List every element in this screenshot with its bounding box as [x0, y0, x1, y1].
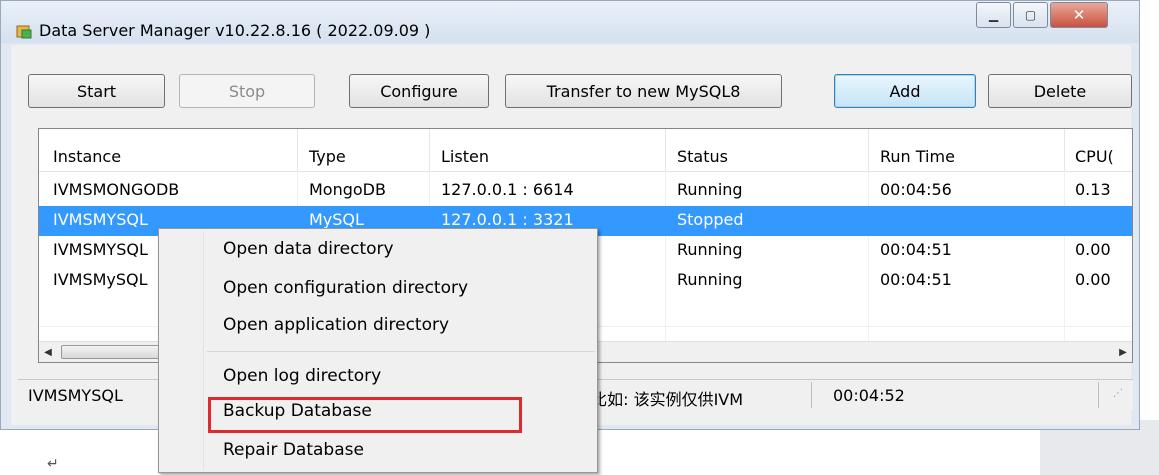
header-type[interactable]: Type — [309, 147, 346, 166]
status-instance: IVMSMYSQL — [28, 386, 123, 405]
table-row[interactable]: IVMSMONGODB MongoDB 127.0.0.1 : 6614 Run… — [39, 176, 1132, 206]
menu-item-open-application-directory[interactable]: Open application directory — [223, 315, 449, 335]
add-button[interactable]: Add — [834, 74, 976, 108]
app-icon — [16, 25, 32, 39]
maximize-button[interactable]: ▢ — [1013, 2, 1048, 28]
header-listen[interactable]: Listen — [441, 147, 489, 166]
cell-listen: 127.0.0.1 : 6614 — [441, 180, 574, 199]
cell-cpu: 0.00 — [1075, 270, 1111, 289]
header-divider[interactable] — [1064, 129, 1065, 171]
close-icon: ✕ — [1072, 6, 1086, 24]
scroll-left-icon[interactable]: ◀ — [39, 342, 57, 362]
context-menu: Open data directory Open configuration d… — [158, 228, 598, 473]
menu-item-open-data-directory[interactable]: Open data directory — [223, 239, 394, 259]
menu-separator — [207, 351, 595, 352]
menu-icon-gutter — [203, 231, 204, 470]
status-divider — [1098, 382, 1099, 408]
status-time: 00:04:52 — [833, 386, 905, 405]
cell-instance: IVMSMYSQL — [53, 240, 148, 259]
header-divider[interactable] — [665, 129, 666, 171]
cell-type: MongoDB — [309, 180, 386, 199]
cell-type: MySQL — [309, 210, 364, 229]
header-divider[interactable] — [868, 129, 869, 171]
scroll-right-icon[interactable]: ▶ — [1114, 342, 1132, 362]
paragraph-mark: ↵ — [47, 456, 59, 472]
status-divider — [811, 382, 812, 408]
header-divider[interactable] — [429, 129, 430, 171]
configure-button[interactable]: Configure — [349, 74, 489, 108]
header-cpu[interactable]: CPU( — [1075, 147, 1114, 166]
caption-buttons: ▁ ▢ ✕ — [976, 2, 1110, 30]
menu-item-open-log-directory[interactable]: Open log directory — [223, 366, 381, 386]
stop-button[interactable]: Stop — [179, 74, 315, 108]
cell-cpu: 0.00 — [1075, 240, 1111, 259]
header-run-time[interactable]: Run Time — [880, 147, 955, 166]
status-description: ,比如: 该实例仅供IVM — [586, 390, 744, 409]
close-button[interactable]: ✕ — [1050, 2, 1108, 28]
annotation-highlight-box — [208, 397, 522, 433]
menu-item-open-configuration-directory[interactable]: Open configuration directory — [223, 278, 468, 298]
delete-button[interactable]: Delete — [988, 74, 1132, 108]
cell-instance: IVMSMySQL — [53, 270, 148, 289]
start-button[interactable]: Start — [28, 74, 165, 108]
maximize-icon: ▢ — [1024, 8, 1037, 22]
cell-status: Running — [677, 180, 743, 199]
cell-run-time: 00:04:51 — [880, 240, 952, 259]
minimize-button[interactable]: ▁ — [976, 2, 1011, 28]
cell-cpu: 0.13 — [1075, 180, 1111, 199]
minimize-icon: ▁ — [988, 8, 999, 22]
transfer-mysql8-button[interactable]: Transfer to new MySQL8 — [505, 74, 782, 108]
cell-status: Running — [677, 240, 743, 259]
cell-status: Running — [677, 270, 743, 289]
cell-run-time: 00:04:51 — [880, 270, 952, 289]
cell-instance: IVMSMONGODB — [53, 180, 180, 199]
cell-instance: IVMSMYSQL — [53, 210, 148, 229]
resize-grip-icon[interactable]: ⋰ — [1113, 388, 1123, 399]
header-instance[interactable]: Instance — [53, 147, 121, 166]
header-divider[interactable] — [297, 129, 298, 171]
title-bar: Data Server Manager v10.22.8.16 ( 2022.0… — [1, 1, 1139, 43]
cell-status: Stopped — [677, 210, 744, 229]
menu-item-repair-database[interactable]: Repair Database — [223, 440, 364, 460]
list-header: Instance Type Listen Status Run Time CPU… — [39, 129, 1132, 172]
header-status[interactable]: Status — [677, 147, 728, 166]
cell-listen: 127.0.0.1 : 3321 — [441, 210, 574, 229]
window-title: Data Server Manager v10.22.8.16 ( 2022.0… — [39, 21, 431, 40]
cell-run-time: 00:04:56 — [880, 180, 952, 199]
